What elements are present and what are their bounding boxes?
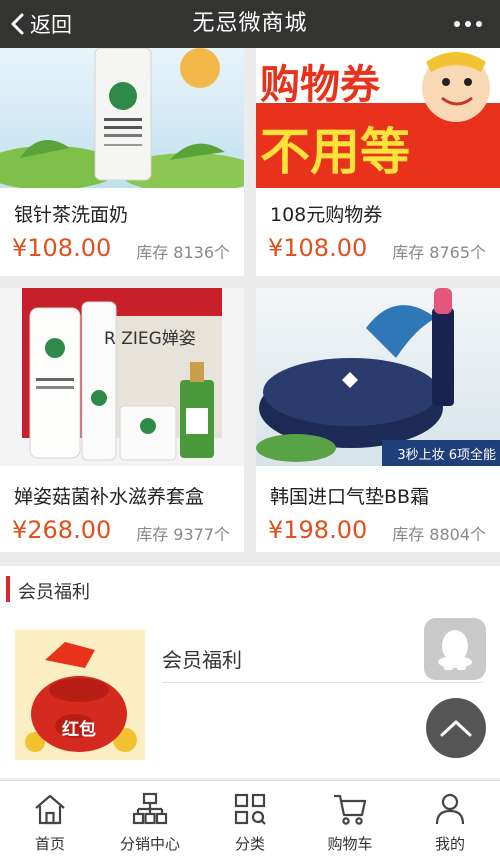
tab-label: 分类 [234, 835, 265, 853]
tab-label: 首页 [34, 835, 65, 853]
product-name: 韩国进口气垫BB霜 [270, 486, 430, 508]
product-name: 108元购物券 [270, 204, 383, 226]
product-stock: 库存 8136个 [136, 243, 230, 262]
tab-mine[interactable]: 我的 [400, 781, 500, 858]
cart-icon [334, 794, 367, 825]
product-stock: 库存 8804个 [392, 525, 486, 544]
product-price: ¥268.00 [12, 516, 112, 544]
home-icon [35, 794, 65, 825]
qq-icon [438, 630, 472, 670]
more-dot-icon [465, 21, 471, 27]
product-price: ¥198.00 [268, 516, 368, 544]
back-to-top-button[interactable] [426, 698, 486, 758]
red-envelope-text: 红包 [62, 720, 96, 740]
section-header: 会员福利 [0, 574, 500, 604]
red-envelope-image: 红包 [15, 630, 145, 760]
product-name: 婵姿菇菌补水滋养套盒 [14, 486, 205, 508]
more-dot-icon [476, 21, 482, 27]
tab-category[interactable]: 分类 [200, 781, 300, 858]
top-bar: 返回 无忌微商城 [0, 0, 500, 48]
page-title: 无忌微商城 [192, 11, 308, 36]
user-icon [435, 793, 465, 825]
product-price: ¥108.00 [268, 234, 368, 262]
more-menu-button[interactable] [454, 0, 482, 48]
chevron-up-icon [440, 720, 472, 737]
product-card[interactable]: 购物券 不用等 108元购物券 ¥108.00 库存 8765个 [256, 48, 500, 276]
coupon-headline: 购物券 [260, 62, 380, 108]
section-accent-bar [6, 576, 10, 602]
divider [162, 682, 484, 683]
product-name: 银针茶洗面奶 [14, 204, 129, 226]
set-brand-text: R ZIEG婵姿 [104, 329, 196, 349]
tab-label: 分销中心 [119, 835, 180, 853]
qq-contact-button[interactable] [424, 618, 486, 680]
product-card[interactable]: R ZIEG婵姿 婵姿菇菌补水滋养套盒 ¥268.00 库存 9377个 [0, 288, 244, 552]
tab-distribution[interactable]: 分销中心 [100, 781, 200, 858]
image-caption: 3秒上妆 6项全能 [397, 448, 496, 463]
coupon-subline: 不用等 [260, 123, 410, 181]
tab-label: 我的 [434, 835, 465, 853]
more-dot-icon [454, 21, 460, 27]
tab-home[interactable]: 首页 [0, 781, 100, 858]
org-chart-icon [132, 792, 168, 825]
product-card[interactable]: 银针茶洗面奶 ¥108.00 库存 8136个 [0, 48, 244, 276]
cushion-bb-image: 3秒上妆 6项全能 [256, 288, 500, 466]
section-title: 会员福利 [18, 582, 90, 603]
product-stock: 库存 8765个 [392, 243, 486, 262]
member-benefit-title: 会员福利 [162, 648, 242, 672]
skincare-set-image: R ZIEG婵姿 [0, 288, 244, 466]
tab-cart[interactable]: 购物车 [300, 781, 400, 858]
category-grid-icon [234, 793, 266, 825]
bottom-tab-bar: 首页 分销中心 分类 购物车 我的 [0, 780, 500, 858]
coupon-banner-image: 购物券 不用等 [256, 48, 500, 188]
product-card[interactable]: 3秒上妆 6项全能 韩国进口气垫BB霜 ¥198.00 库存 8804个 [256, 288, 500, 552]
cleanser-product-image [0, 48, 244, 188]
product-price: ¥108.00 [12, 234, 112, 262]
product-stock: 库存 9377个 [136, 525, 230, 544]
tab-label: 购物车 [327, 835, 373, 853]
